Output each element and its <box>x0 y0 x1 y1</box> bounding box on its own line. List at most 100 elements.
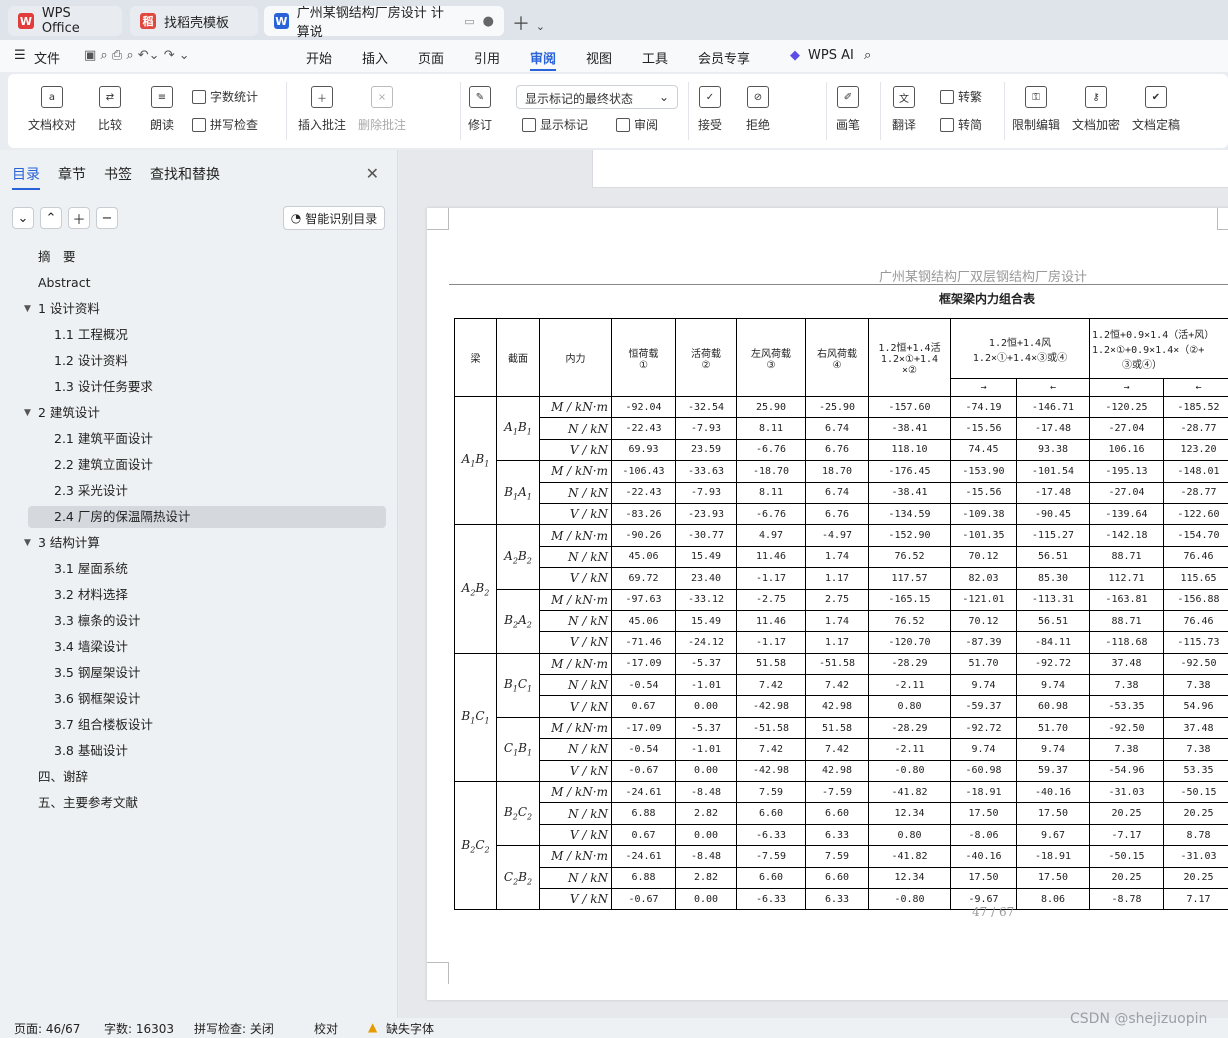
table-cell: 6.60 <box>805 802 869 825</box>
table-cell: 76.52 <box>868 609 951 633</box>
tab-toc[interactable]: 目录 <box>12 164 40 190</box>
toc-item[interactable]: 3.5 钢屋架设计 <box>28 662 386 684</box>
status-spell[interactable]: 拼写检查: 关闭 <box>194 1020 274 1037</box>
table-cell: -152.90 <box>868 524 951 547</box>
status-page[interactable]: 页面: 46/67 <box>14 1020 80 1037</box>
doc-check-button[interactable]: a 文档校对 <box>28 86 76 133</box>
expand-caret-icon[interactable]: ▼ <box>24 304 31 314</box>
toc-item[interactable]: Abstract <box>38 272 90 294</box>
toc-item[interactable]: 3.1 屋面系统 <box>28 558 386 580</box>
tab-wps-office[interactable]: W WPS Office <box>8 6 122 36</box>
menu-review[interactable]: 审阅 <box>530 48 557 71</box>
reject-button[interactable]: ⊘ 拒绝 <box>746 86 770 133</box>
quick-access-icons[interactable]: ▣ ⌕ ⎙ ⌕ ↶⌄ ↷ ⌄ <box>84 48 190 63</box>
toc-item[interactable]: 2 建筑设计 <box>38 402 100 424</box>
toc-item[interactable]: 3.7 组合楼板设计 <box>28 714 386 736</box>
tab-template[interactable]: 稻 找稻壳模板 <box>130 6 258 36</box>
markup-state-select[interactable]: 显示标记的最终状态 ⌄ <box>516 85 678 109</box>
close-icon[interactable]: ✕ <box>366 164 379 183</box>
previous-page <box>592 150 1228 188</box>
tab-find-replace[interactable]: 查找和替换 <box>150 164 220 190</box>
restrict-edit-button[interactable]: ⚿ 限制编辑 <box>1012 86 1060 133</box>
toc-item[interactable]: 3.6 钢框架设计 <box>28 688 386 710</box>
wps-ai-icon[interactable]: ◆ <box>790 48 800 63</box>
word-count-button[interactable]: 字数统计 <box>192 88 258 105</box>
table-cell: -83.26 <box>611 502 676 526</box>
table-cell: -33.12 <box>675 588 737 611</box>
menu-page[interactable]: 页面 <box>418 48 444 67</box>
table-cell: 17.50 <box>1016 802 1090 825</box>
pen-button[interactable]: ✐ 画笔 <box>836 86 860 133</box>
status-proof[interactable]: 校对 <box>314 1020 338 1037</box>
smart-toc-button[interactable]: ◔ 智能识别目录 <box>283 206 385 230</box>
chevron-down-icon[interactable]: ⌄ <box>536 20 545 33</box>
new-tab-button[interactable]: ＋ ⌄ <box>512 10 545 36</box>
encrypt-button[interactable]: ⚷ 文档加密 <box>1072 86 1120 133</box>
search-icon[interactable]: ⌕ <box>864 48 871 63</box>
writer-logo-icon: W <box>274 13 289 29</box>
finalize-button[interactable]: ✔ 文档定稿 <box>1132 86 1180 133</box>
delete-comment-button[interactable]: × 删除批注 <box>358 86 406 133</box>
compare-button[interactable]: ⇄ 比较 <box>98 86 122 133</box>
table-cell: 37.48 <box>1089 652 1164 676</box>
table-cell: -0.54 <box>611 738 676 761</box>
menu-start[interactable]: 开始 <box>306 48 332 67</box>
expand-caret-icon[interactable]: ▼ <box>24 408 31 418</box>
toc-item[interactable]: 3.2 材料选择 <box>28 584 386 606</box>
menu-file[interactable]: 文件 <box>34 48 60 67</box>
menu-member[interactable]: 会员专享 <box>698 48 750 67</box>
tab-chapters[interactable]: 章节 <box>58 164 86 190</box>
toc-item[interactable]: 2.4 厂房的保温隔热设计 <box>28 506 386 528</box>
force-label: N / kN <box>539 866 612 889</box>
toc-item[interactable]: 3 结构计算 <box>38 532 100 554</box>
accept-button[interactable]: ✓ 接受 <box>698 86 722 133</box>
toc-item[interactable]: 2.3 采光设计 <box>28 480 386 502</box>
read-aloud-button[interactable]: ≡ 朗读 <box>150 86 174 133</box>
table-cell: -18.91 <box>1016 845 1090 868</box>
collapse-down-icon[interactable]: ⌄ <box>12 207 34 229</box>
to-traditional-button[interactable]: 转繁 <box>940 88 982 105</box>
insert-comment-button[interactable]: ＋插入批注 <box>298 86 346 133</box>
toc-item[interactable]: 2.1 建筑平面设计 <box>28 428 386 450</box>
force-combination-table[interactable]: 梁 截面 内力 恒荷载 ① 活荷载 ② 左风荷载 ③ 右风荷载 ④ 1.2恒+1.4活 1… <box>454 318 1228 911</box>
toc-item[interactable]: 摘 要 <box>38 246 76 268</box>
menu-reference[interactable]: 引用 <box>474 48 500 67</box>
toc-item[interactable]: 四、谢辞 <box>38 766 88 788</box>
toc-item[interactable]: 1.1 工程概况 <box>28 324 386 346</box>
toc-item[interactable]: 3.4 墙梁设计 <box>28 636 386 658</box>
toc-item[interactable]: 五、主要参考文献 <box>38 792 138 814</box>
toc-item[interactable]: 1.3 设计任务要求 <box>28 376 386 398</box>
unsaved-dot-icon[interactable]: ● <box>483 14 494 29</box>
show-markup-button[interactable]: 显示标记 <box>522 116 588 133</box>
translate-button[interactable]: 文翻译 <box>892 86 916 133</box>
menu-wps-ai[interactable]: WPS AI <box>808 48 854 63</box>
toc-item[interactable]: 1 设计资料 <box>38 298 100 320</box>
tab-label: 找稻壳模板 <box>164 15 230 31</box>
revise-button[interactable]: ✎ 修订 <box>468 86 492 133</box>
menu-insert[interactable]: 插入 <box>362 48 388 67</box>
toc-item[interactable]: 2.2 建筑立面设计 <box>28 454 386 476</box>
table-cell: 51.70 <box>1016 716 1090 740</box>
spell-check-button[interactable]: 拼写检查 <box>192 116 258 133</box>
menu-tools[interactable]: 工具 <box>642 48 668 67</box>
tab-document[interactable]: W 广州某钢结构厂房设计 计算说 ▭ ● <box>264 6 504 40</box>
to-simplified-button[interactable]: 转简 <box>940 116 982 133</box>
toc-item[interactable]: 3.3 檩条的设计 <box>28 610 386 632</box>
table-cell: 74.45 <box>950 438 1017 462</box>
review-pane-button[interactable]: 审阅 <box>616 116 658 133</box>
expand-caret-icon[interactable]: ▼ <box>24 538 31 548</box>
ribbon-toolbar: a 文档校对 ⇄ 比较 ≡ 朗读 字数统计 拼写检查 ＋插入批注 × 删除批注 ✎ 修订 … <box>8 74 1228 148</box>
status-missing-font[interactable]: 缺失字体 <box>386 1020 434 1037</box>
toc-item[interactable]: 1.2 设计资料 <box>28 350 386 372</box>
toc-item[interactable]: 3.8 基础设计 <box>28 740 386 762</box>
table-cell: -195.13 <box>1089 460 1164 483</box>
add-heading-icon[interactable]: ＋ <box>68 207 90 229</box>
tab-bookmarks[interactable]: 书签 <box>104 164 132 190</box>
menu-view[interactable]: 视图 <box>586 48 612 67</box>
table-cell: 42.98 <box>805 759 869 783</box>
collapse-up-icon[interactable]: ⌃ <box>40 207 62 229</box>
status-words[interactable]: 字数: 16303 <box>104 1020 174 1037</box>
table-cell: 37.48 <box>1163 716 1228 740</box>
remove-heading-icon[interactable]: − <box>96 207 118 229</box>
hamburger-icon[interactable]: ☰ <box>14 48 26 63</box>
